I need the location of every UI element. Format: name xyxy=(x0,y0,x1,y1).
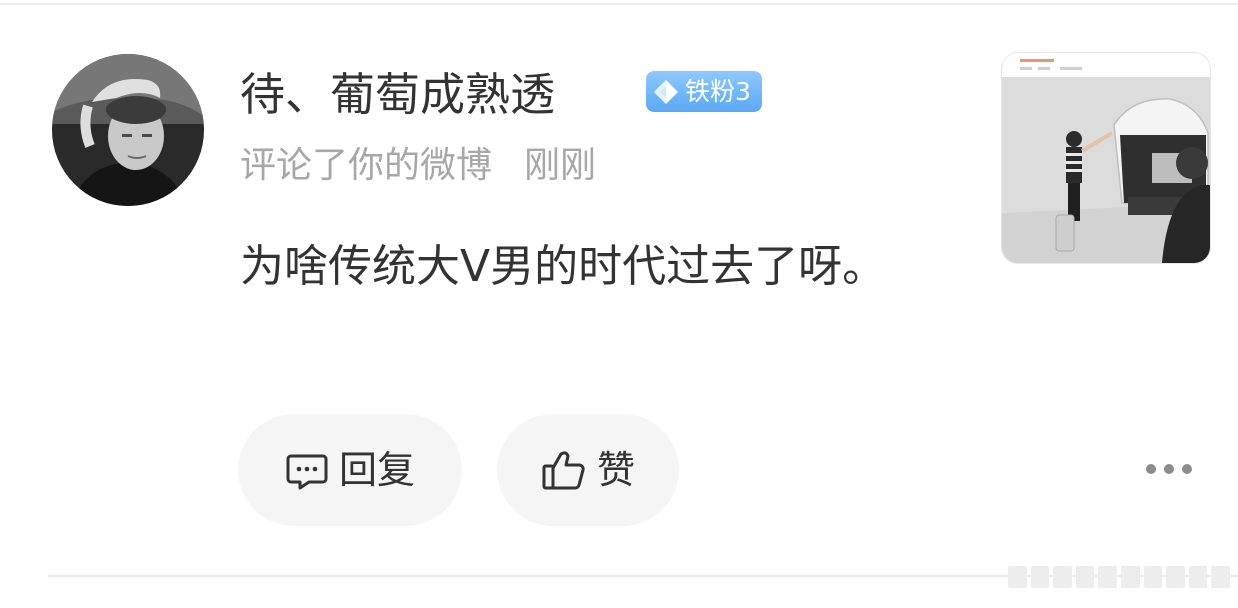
top-divider xyxy=(0,3,1238,5)
comment-text[interactable]: 为啥传统大V男的时代过去了呀。 xyxy=(240,230,930,304)
like-label: 赞 xyxy=(596,448,635,492)
thumbs-up-icon xyxy=(542,451,585,490)
comment-notification: 待、葡萄成熟透 铁粉3 评论了你的微博 刚刚 为啥传统大V男的时代过去了呀。 回… xyxy=(0,0,1238,608)
more-icon[interactable] xyxy=(1146,456,1192,482)
diamond-icon xyxy=(654,79,678,104)
more-dot xyxy=(1146,464,1156,474)
post-thumbnail-image xyxy=(1002,53,1210,263)
reply-button[interactable]: 回复 xyxy=(238,414,462,526)
avatar[interactable] xyxy=(52,54,204,206)
badge-label: 铁粉3 xyxy=(685,77,751,106)
timestamp: 刚刚 xyxy=(524,145,597,186)
reply-label: 回复 xyxy=(338,448,415,492)
username[interactable]: 待、葡萄成熟透 xyxy=(240,64,555,126)
meta-line: 评论了你的微博 刚刚 xyxy=(240,141,596,191)
comment-icon xyxy=(286,454,328,490)
avatar-image xyxy=(52,54,204,206)
fan-badge[interactable]: 铁粉3 xyxy=(646,71,762,112)
action-text: 评论了你的微博 xyxy=(240,145,493,186)
watermark xyxy=(1008,566,1230,588)
more-dot xyxy=(1182,464,1192,474)
more-dot xyxy=(1164,464,1174,474)
like-button[interactable]: 赞 xyxy=(497,414,679,526)
post-thumbnail[interactable] xyxy=(1002,53,1210,263)
